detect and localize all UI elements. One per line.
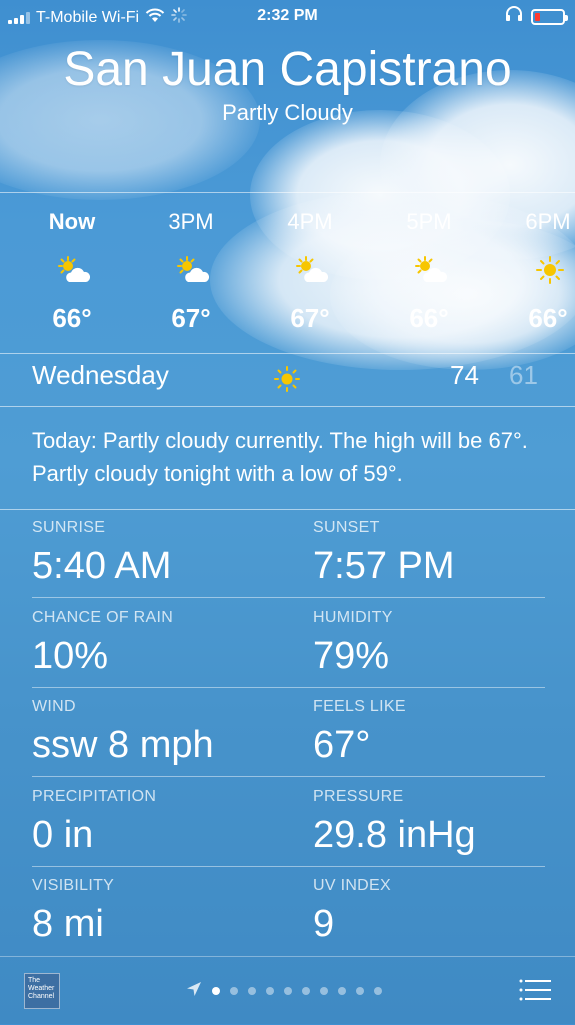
detail-label: UV INDEX [313, 877, 391, 894]
clock: 2:32 PM [257, 7, 318, 24]
page-indicator[interactable] [186, 981, 382, 1001]
detail-row: SUNRISE 5:40 AM SUNSET 7:57 PM [0, 509, 575, 598]
detail-value: 8 mi [32, 903, 104, 945]
hour-temp: 66° [52, 303, 92, 333]
detail-value: ssw 8 mph [32, 724, 214, 766]
hour-label: 4PM [287, 209, 333, 234]
hour-temp: 66° [409, 303, 449, 333]
partly-cloudy-icon [413, 255, 449, 285]
divider [0, 406, 575, 407]
detail-value: 67° [313, 724, 371, 766]
page-dot[interactable] [284, 987, 292, 995]
detail-label: HUMIDITY [313, 609, 393, 626]
detail-label: WIND [32, 698, 76, 715]
page-dot[interactable] [374, 987, 382, 995]
hour-temp: 67° [290, 303, 330, 333]
partly-cloudy-icon [294, 255, 330, 285]
current-condition: Partly Cloudy [222, 100, 353, 125]
detail-value: 29.8 inHg [313, 814, 476, 856]
daily-forecast-row: Wednesday 74 61 [0, 354, 575, 406]
headphones-icon [505, 6, 523, 27]
list-menu-icon[interactable] [519, 979, 551, 1001]
detail-label: SUNRISE [32, 519, 106, 536]
page-dot[interactable] [266, 987, 274, 995]
bottom-toolbar: The Weather Channel [0, 956, 575, 1025]
hour-label: Now [48, 209, 96, 234]
hourly-forecast[interactable]: Now 66° 3PM 67° 4PM 67° 5PM 66° 6PM 66° [0, 193, 575, 353]
city-name: San Juan Capistrano [63, 43, 512, 96]
detail-label: SUNSET [313, 519, 380, 536]
weather-channel-logo[interactable]: The Weather Channel [24, 973, 60, 1009]
hour-temp: 66° [528, 303, 568, 333]
detail-row: WIND ssw 8 mph FEELS LIKE 67° [0, 688, 575, 777]
hour-label: 5PM [406, 209, 452, 234]
forecast-summary: Today: Partly cloudy currently. The high… [32, 428, 528, 486]
detail-label: CHANCE OF RAIN [32, 609, 174, 626]
detail-value: 5:40 AM [32, 545, 172, 587]
row-separator [32, 597, 545, 598]
page-dot[interactable] [230, 987, 238, 995]
detail-value: 7:57 PM [313, 545, 455, 587]
page-dot[interactable] [302, 987, 310, 995]
sunny-icon [532, 255, 568, 285]
hour-label: 6PM [525, 209, 571, 234]
detail-row: VISIBILITY 8 mi UV INDEX 9 [0, 867, 575, 956]
hour-label: 3PM [168, 209, 214, 234]
low-temp: 61 [509, 360, 538, 390]
page-dot[interactable] [338, 987, 346, 995]
page-dot[interactable] [320, 987, 328, 995]
status-bar: T-Mobile Wi-Fi 2:32 PM [0, 0, 575, 34]
page-dot[interactable] [356, 987, 364, 995]
high-temp: 74 [450, 360, 479, 390]
detail-value: 0 in [32, 814, 94, 856]
detail-value: 10% [32, 635, 109, 677]
page-dot[interactable] [212, 987, 220, 995]
battery-icon [531, 8, 568, 25]
location-arrow-icon [186, 981, 202, 1002]
hour-temp: 67° [171, 303, 211, 333]
partly-cloudy-icon [56, 255, 92, 285]
sunny-icon [274, 366, 300, 392]
day-name: Wednesday [32, 360, 169, 390]
partly-cloudy-icon [175, 255, 211, 285]
detail-label: FEELS LIKE [313, 698, 406, 715]
page-dot[interactable] [248, 987, 256, 995]
detail-label: PRECIPITATION [32, 788, 157, 805]
detail-row: PRECIPITATION 0 in PRESSURE 29.8 inHg [0, 778, 575, 867]
row-separator [32, 776, 545, 777]
detail-value: 9 [313, 903, 335, 945]
detail-value: 79% [313, 635, 390, 677]
detail-row: CHANCE OF RAIN 10% HUMIDITY 79% [0, 599, 575, 688]
detail-label: PRESSURE [313, 788, 404, 805]
detail-label: VISIBILITY [32, 877, 115, 894]
